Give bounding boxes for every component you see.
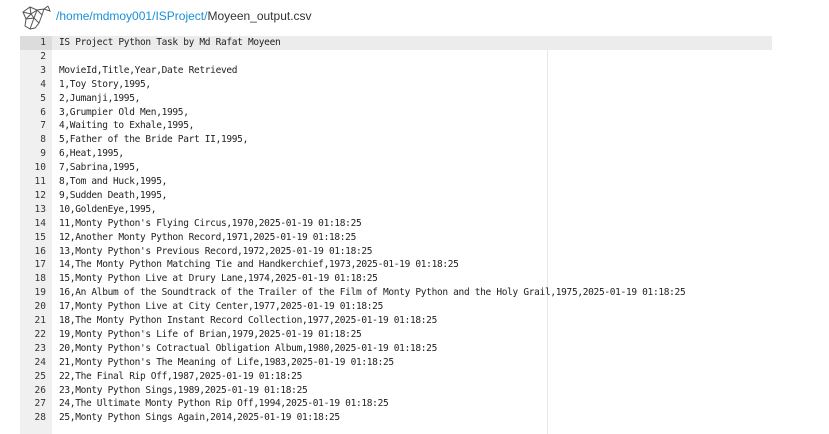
editor-line[interactable]: 24 21,Monty Python's The Meaning of Life,… (20, 356, 772, 370)
editor-line[interactable]: 28 25,Monty Python Sings Again,2014,2025-… (20, 411, 772, 425)
line-number: 21 (34, 315, 46, 326)
editor-line[interactable]: 13 10,GoldenEye,1995, (20, 203, 772, 217)
line-number: 4 (40, 78, 46, 90)
line-number: 22 (34, 328, 46, 340)
editor-line[interactable]: 6 3,Grumpier Old Men,1995, (20, 106, 772, 120)
line-number: 5 (40, 92, 46, 104)
line-number: 2 (40, 50, 46, 62)
line-number: 20 (34, 301, 46, 313)
line-text: 18,The Monty Python Instant Record Colle… (59, 315, 437, 326)
line-text: 3,Grumpier Old Men,1995, (59, 106, 189, 118)
line-number: 28 (34, 412, 46, 424)
editor-line[interactable]: 23 20,Monty Python's Cotractual Obligatio… (20, 342, 772, 356)
editor-line[interactable]: 21 18,The Monty Python Instant Record Col… (20, 314, 772, 328)
editor-line[interactable]: 11 8,Tom and Huck,1995, (20, 175, 772, 189)
line-number: 18 (34, 273, 46, 285)
editor-line[interactable]: 16 13,Monty Python's Previous Record,1972… (20, 245, 772, 259)
line-text: 7,Sabrina,1995, (59, 162, 140, 174)
line-text: 24,The Ultimate Monty Python Rip Off,199… (59, 398, 389, 410)
editor-line[interactable]: 2 (20, 50, 772, 64)
editor-line[interactable]: 12 9,Sudden Death,1995, (20, 189, 772, 203)
editor-line[interactable]: 22 19,Monty Python's Life of Brian,1979,2… (20, 328, 772, 342)
line-text: 22,The Final Rip Off,1987,2025-01-19 01:… (59, 370, 302, 382)
line-number: 8 (40, 134, 46, 146)
line-text: 2,Jumanji,1995, (59, 92, 140, 104)
line-number: 9 (40, 148, 46, 160)
line-text: 14,The Monty Python Matching Tie and Han… (59, 259, 459, 271)
line-text: 6,Heat,1995, (59, 148, 124, 160)
file-path-header: /home/mdmoy001/ISProject/Moyeen_output.c… (0, 0, 829, 34)
editor-line[interactable]: 17 14,The Monty Python Matching Tie and H… (20, 258, 772, 272)
breadcrumb-link-project[interactable]: ISProject (155, 9, 204, 23)
line-text: 15,Monty Python Live at Drury Lane,1974,… (59, 273, 378, 285)
line-text: 9,Sudden Death,1995, (59, 189, 167, 201)
line-number: 6 (40, 106, 46, 118)
line-number: 15 (34, 231, 46, 243)
line-number: 17 (34, 259, 46, 271)
editor-line[interactable]: 27 24,The Ultimate Monty Python Rip Off,1… (20, 397, 772, 411)
line-number: 26 (34, 384, 46, 396)
editor-line[interactable]: 8 5,Father of the Bride Part II,1995, (20, 133, 772, 147)
line-number: 16 (34, 245, 46, 257)
line-number: 13 (34, 203, 46, 215)
line-number: 7 (40, 120, 46, 132)
line-text: IS Project Python Task by Md Rafat Moyee… (59, 37, 281, 48)
line-text: 12,Another Monty Python Record,1971,2025… (59, 231, 356, 243)
line-text: 8,Tom and Huck,1995, (59, 176, 167, 187)
editor-line[interactable]: 5 2,Jumanji,1995, (20, 92, 772, 106)
line-number: 12 (34, 189, 46, 201)
editor-line[interactable]: 10 7,Sabrina,1995, (20, 161, 772, 175)
line-number: 25 (34, 370, 46, 382)
editor-line[interactable]: 9 6,Heat,1995, (20, 147, 772, 161)
line-text: 11,Monty Python's Flying Circus,1970,202… (59, 217, 362, 229)
line-text: 19,Monty Python's Life of Brian,1979,202… (59, 328, 362, 340)
editor-line[interactable]: 7 4,Waiting to Exhale,1995, (20, 119, 772, 133)
line-text: 4,Waiting to Exhale,1995, (59, 120, 194, 132)
line-text: 20,Monty Python's Cotractual Obligation … (59, 342, 437, 354)
line-text: 23,Monty Python Sings,1989,2025-01-19 01… (59, 384, 308, 396)
line-number: 1 (20, 36, 52, 50)
line-number: 11 (34, 176, 46, 187)
line-number: 19 (34, 287, 46, 299)
breadcrumb: /home/mdmoy001/ISProject/Moyeen_output.c… (56, 9, 312, 23)
line-number: 14 (34, 217, 46, 229)
breadcrumb-link-user[interactable]: mdmoy001 (93, 9, 152, 23)
code-editor[interactable]: 1 IS Project Python Task by Md Rafat Moye… (20, 36, 772, 434)
line-text: 17,Monty Python Live at City Center,1977… (59, 301, 383, 313)
editor-line[interactable]: 4 1,Toy Story,1995, (20, 78, 772, 92)
editor-line[interactable]: 18 15,Monty Python Live at Drury Lane,197… (20, 272, 772, 286)
line-text: 13,Monty Python's Previous Record,1972,2… (59, 245, 373, 257)
editor-line[interactable]: 26 23,Monty Python Sings,1989,2025-01-19 … (20, 384, 772, 398)
breadcrumb-filename: Moyeen_output.csv (207, 9, 312, 23)
line-text: 1,Toy Story,1995, (59, 78, 151, 90)
line-text: 21,Monty Python's The Meaning of Life,19… (59, 356, 394, 368)
editor-line[interactable]: 1 IS Project Python Task by Md Rafat Moye… (20, 36, 772, 50)
line-text: MovieId,Title,Year,Date Retrieved (59, 64, 238, 76)
geometric-animal-logo-icon[interactable] (20, 3, 52, 31)
line-text: 25,Monty Python Sings Again,2014,2025-01… (59, 412, 340, 424)
line-text: 10,GoldenEye,1995, (59, 203, 157, 215)
line-number: 23 (34, 342, 46, 354)
editor-line[interactable]: 15 12,Another Monty Python Record,1971,20… (20, 231, 772, 245)
line-text: 16,An Album of the Soundtrack of the Tra… (59, 287, 686, 299)
breadcrumb-link-home[interactable]: home (59, 9, 89, 23)
line-text: 5,Father of the Bride Part II,1995, (59, 134, 248, 146)
line-number: 24 (34, 356, 46, 368)
editor-line[interactable]: 3 MovieId,Title,Year,Date Retrieved (20, 64, 772, 78)
line-number: 3 (40, 64, 46, 76)
line-number: 10 (34, 162, 46, 174)
editor-line[interactable]: 20 17,Monty Python Live at City Center,19… (20, 300, 772, 314)
line-number: 27 (34, 398, 46, 410)
editor-line[interactable]: 14 11,Monty Python's Flying Circus,1970,2… (20, 217, 772, 231)
editor-line[interactable]: 19 16,An Album of the Soundtrack of the T… (20, 286, 772, 300)
editor-line[interactable]: 25 22,The Final Rip Off,1987,2025-01-19 0… (20, 370, 772, 384)
